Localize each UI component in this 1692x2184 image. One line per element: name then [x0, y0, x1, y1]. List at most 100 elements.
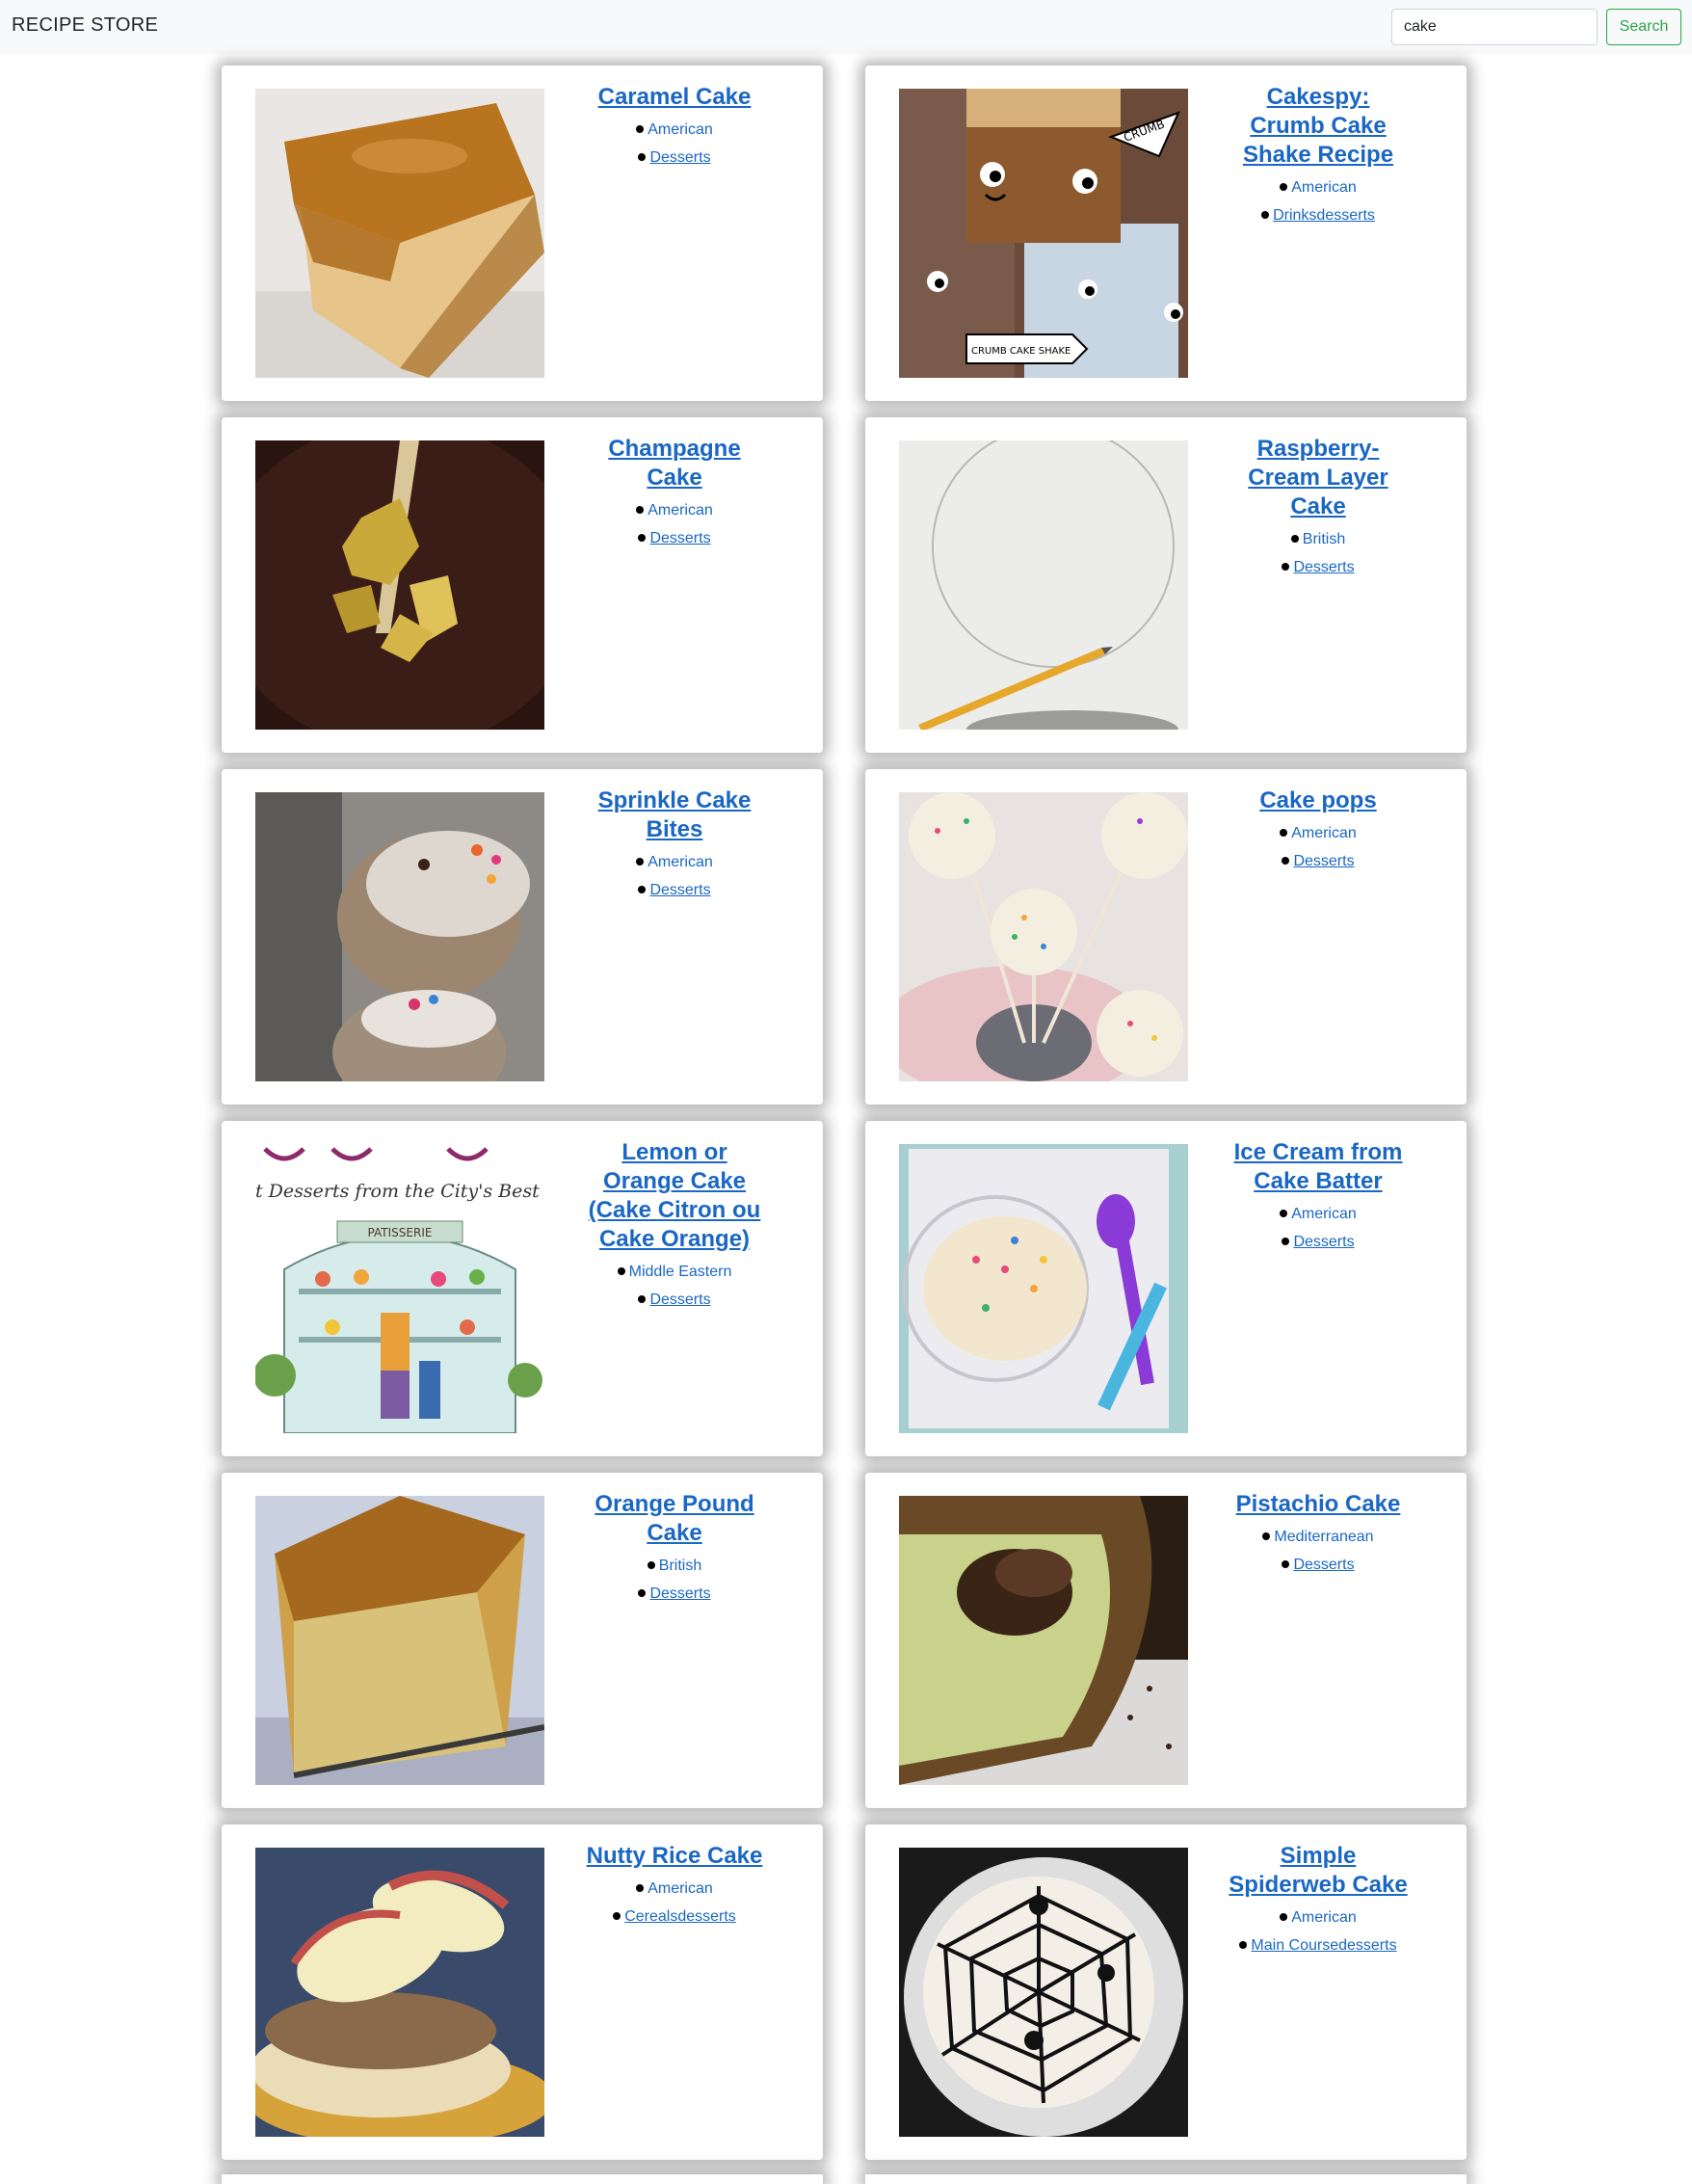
recipe-tags: Middle Eastern Desserts — [544, 1258, 805, 1314]
bullet-icon — [1262, 1531, 1271, 1540]
pistachio-cake-photo[interactable] — [899, 1496, 1188, 1785]
search-input[interactable] — [1391, 9, 1598, 45]
recipe-card: Orange Pound Cake British Desserts — [222, 1473, 823, 1808]
recipe-info: Pistachio Cake Mediterranean Desserts — [1188, 1490, 1448, 1579]
bullet-icon — [1290, 534, 1299, 543]
recipe-tags: British Desserts — [1188, 525, 1448, 581]
spiderweb-cake-photo[interactable] — [899, 1848, 1188, 2137]
category-tag[interactable]: Desserts — [544, 144, 805, 172]
recipe-card-partial — [865, 2174, 1467, 2184]
recipe-card: CRUMB CRUMB CAKE SHAKE Cakespy: Crumb Ca… — [865, 66, 1467, 401]
recipe-card: Pistachio Cake Mediterranean Desserts — [865, 1473, 1467, 1808]
sprinkle-cake-bites-photo[interactable] — [255, 792, 544, 1081]
category-tag[interactable]: Cerealsdesserts — [544, 1903, 805, 1931]
recipe-title-link[interactable]: Champagne Cake — [583, 435, 766, 493]
cuisine-tag: British — [544, 1552, 805, 1580]
nutty-rice-cake-photo[interactable] — [255, 1848, 544, 2137]
recipe-info: Simple Spiderweb Cake American Main Cour… — [1188, 1842, 1448, 1959]
bullet-icon — [1282, 856, 1290, 865]
patisserie-illustration[interactable]: t Desserts from the City's Best Pastry S… — [255, 1144, 544, 1433]
bullet-icon — [638, 1588, 647, 1597]
recipe-title-link[interactable]: Lemon or Orange Cake (Cake Citron ou Cak… — [583, 1138, 766, 1254]
champagne-cake-photo[interactable] — [255, 440, 544, 730]
cuisine-tag: American — [1188, 819, 1448, 847]
recipe-info: Nutty Rice Cake American Cerealsdesserts — [544, 1842, 805, 1931]
recipe-tags: American Desserts — [1188, 819, 1448, 875]
bullet-icon — [638, 533, 647, 542]
raspberry-cream-layer-cake-photo[interactable] — [899, 440, 1188, 730]
recipe-tags: American Drinksdesserts — [1188, 173, 1448, 229]
bullet-icon — [1280, 828, 1288, 837]
bullet-icon — [1280, 1209, 1288, 1217]
orange-pound-cake-photo[interactable] — [255, 1496, 544, 1785]
recipe-card: Champagne Cake American Desserts — [222, 417, 823, 753]
category-tag[interactable]: Desserts — [544, 1580, 805, 1608]
bullet-icon — [1282, 562, 1290, 571]
crumb-cake-shake-photo[interactable]: CRUMB CRUMB CAKE SHAKE — [899, 89, 1188, 378]
bullet-icon — [1280, 182, 1288, 191]
recipe-title-link[interactable]: Raspberry-Cream Layer Cake — [1227, 435, 1410, 521]
cuisine-tag: Mediterranean — [1188, 1523, 1448, 1551]
recipe-title-link[interactable]: Simple Spiderweb Cake — [1227, 1842, 1410, 1900]
cuisine-tag: American — [544, 848, 805, 876]
recipe-title-link[interactable]: Pistachio Cake — [1227, 1490, 1410, 1519]
recipe-info: Orange Pound Cake British Desserts — [544, 1490, 805, 1608]
ice-cream-photo[interactable] — [899, 1144, 1188, 1433]
recipe-card: Ice Cream from Cake Batter American Dess… — [865, 1121, 1467, 1456]
recipe-info: Cakespy: Crumb Cake Shake Recipe America… — [1188, 83, 1448, 229]
recipe-title-link[interactable]: Cakespy: Crumb Cake Shake Recipe — [1227, 83, 1410, 170]
category-tag[interactable]: Desserts — [544, 1286, 805, 1314]
recipe-info: Lemon or Orange Cake (Cake Citron ou Cak… — [544, 1138, 805, 1314]
recipe-info: Cake pops American Desserts — [1188, 786, 1448, 875]
category-tag[interactable]: Desserts — [544, 524, 805, 552]
recipe-title-link[interactable]: Nutty Rice Cake — [583, 1842, 766, 1871]
cuisine-tag: American — [544, 496, 805, 524]
cuisine-tag: American — [544, 116, 805, 144]
recipe-info: Ice Cream from Cake Batter American Dess… — [1188, 1138, 1448, 1256]
category-tag[interactable]: Desserts — [1188, 553, 1448, 581]
bullet-icon — [638, 885, 647, 893]
bullet-icon — [613, 1911, 621, 1920]
bullet-icon — [1280, 1912, 1288, 1921]
cuisine-tag: Middle Eastern — [544, 1258, 805, 1286]
bullet-icon — [636, 124, 645, 133]
recipe-title-link[interactable]: Caramel Cake — [583, 83, 766, 112]
caramel-cake-photo[interactable] — [255, 89, 544, 378]
recipe-tags: Mediterranean Desserts — [1188, 1523, 1448, 1579]
category-tag[interactable]: Desserts — [544, 876, 805, 904]
recipe-info: Champagne Cake American Desserts — [544, 435, 805, 552]
recipe-card: Cake pops American Desserts — [865, 769, 1467, 1105]
bullet-icon — [638, 1294, 647, 1303]
recipe-card: Raspberry-Cream Layer Cake British Desse… — [865, 417, 1467, 753]
bullet-icon — [1261, 210, 1270, 219]
category-tag[interactable]: Desserts — [1188, 847, 1448, 875]
cuisine-tag: American — [1188, 1200, 1448, 1228]
bullet-icon — [638, 152, 647, 161]
cuisine-tag: American — [1188, 173, 1448, 201]
recipe-card: t Desserts from the City's Best Pastry S… — [222, 1121, 823, 1456]
recipe-title-link[interactable]: Orange Pound Cake — [583, 1490, 766, 1548]
recipe-tags: American Desserts — [1188, 1200, 1448, 1256]
bullet-icon — [1239, 1940, 1248, 1949]
search-button[interactable]: Search — [1606, 9, 1681, 45]
category-tag[interactable]: Drinksdesserts — [1188, 201, 1448, 229]
recipe-card: Simple Spiderweb Cake American Main Cour… — [865, 1824, 1467, 2160]
recipe-title-link[interactable]: Ice Cream from Cake Batter — [1227, 1138, 1410, 1196]
recipe-tags: American Main Coursedesserts — [1188, 1904, 1448, 1959]
category-tag[interactable]: Desserts — [1188, 1551, 1448, 1579]
navbar: RECIPE STORE Search — [0, 0, 1692, 54]
category-tag[interactable]: Desserts — [1188, 1228, 1448, 1256]
bullet-icon — [617, 1266, 625, 1275]
category-tag[interactable]: Main Coursedesserts — [1188, 1931, 1448, 1959]
recipe-tags: American Desserts — [544, 116, 805, 172]
recipe-title-link[interactable]: Sprinkle Cake Bites — [583, 786, 766, 844]
bullet-icon — [636, 505, 645, 514]
recipe-card: Caramel Cake American Desserts — [222, 66, 823, 401]
recipe-tags: American Cerealsdesserts — [544, 1875, 805, 1931]
brand-logo[interactable]: RECIPE STORE — [12, 14, 158, 37]
cake-pops-photo[interactable] — [899, 792, 1188, 1081]
bullet-icon — [636, 857, 645, 866]
patisserie-sign: PATISSERIE — [368, 1226, 433, 1239]
bullet-icon — [647, 1560, 655, 1569]
recipe-title-link[interactable]: Cake pops — [1227, 786, 1410, 815]
